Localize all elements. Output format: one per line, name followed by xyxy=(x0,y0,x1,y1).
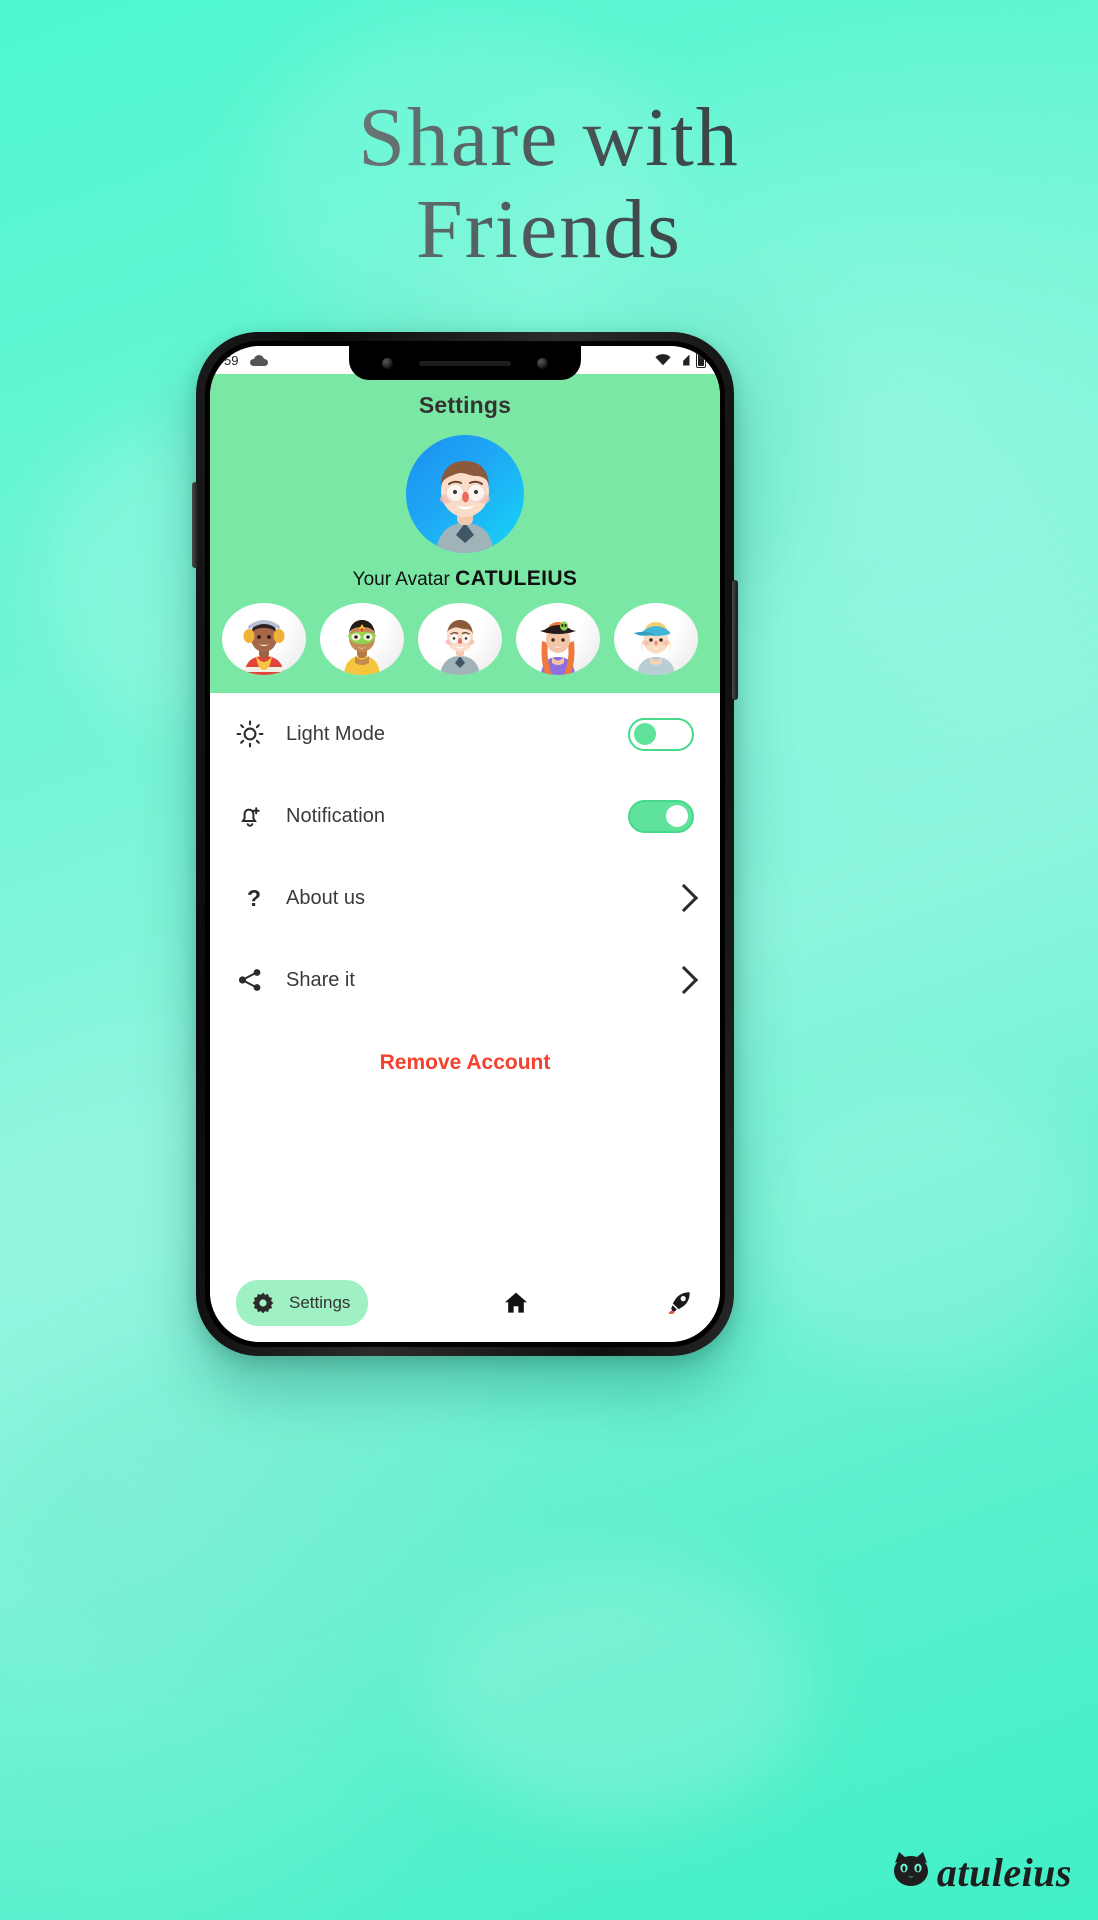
avatar-option-blond-cap[interactable] xyxy=(614,603,698,675)
avatar-caption: Your Avatar CATULEIUS xyxy=(210,567,720,591)
main-avatar-wrap xyxy=(210,435,720,553)
settings-row-label: Share it xyxy=(286,968,355,991)
brand-watermark: atuleius xyxy=(889,1849,1072,1896)
settings-row-label: Notification xyxy=(286,804,385,827)
settings-row-share-it[interactable]: Share it xyxy=(210,939,720,1021)
avatar-option-redhair-hat[interactable] xyxy=(516,603,600,675)
front-camera-icon xyxy=(382,357,393,369)
cat-logo-icon xyxy=(889,1849,933,1896)
cloud-icon xyxy=(250,354,269,366)
brand-name: atuleius xyxy=(936,1850,1072,1895)
notification-toggle[interactable] xyxy=(628,799,694,833)
phone-volume-button[interactable] xyxy=(192,482,198,568)
settings-row-label: Light Mode xyxy=(286,722,385,745)
settings-row-about-us[interactable]: ? About us xyxy=(210,857,720,939)
avatar-user-name: CATULEIUS xyxy=(455,567,578,590)
avatar[interactable] xyxy=(406,435,524,553)
chevron-right-icon[interactable] xyxy=(669,883,699,913)
phone-notch xyxy=(349,346,581,380)
avatar-option-headphones-scarf[interactable] xyxy=(222,603,306,675)
settings-header: Settings Your Avatar CATULEIUS xyxy=(210,374,720,693)
remove-account-button[interactable]: Remove Account xyxy=(210,1021,720,1075)
svg-text:?: ? xyxy=(247,885,261,911)
headline-line-2: Friends xyxy=(416,183,682,276)
gear-icon xyxy=(248,1288,278,1318)
nav-item-label: Settings xyxy=(289,1293,351,1312)
avatar-selector[interactable] xyxy=(210,591,720,693)
earpiece-speaker xyxy=(419,360,511,366)
notification-icon xyxy=(236,802,278,830)
chevron-right-icon[interactable] xyxy=(669,965,699,995)
settings-row-label: About us xyxy=(286,886,365,909)
nav-item-settings[interactable]: Settings xyxy=(236,1280,369,1326)
phone-screen: 59 Settings Your Avatar CATULEIUS Light … xyxy=(210,346,720,1342)
settings-row-notification[interactable]: Notification xyxy=(210,775,720,857)
settings-list: Light Mode Notification ? About us Share… xyxy=(210,693,720,1075)
promo-headline: Share with Friends xyxy=(0,92,1098,276)
share-icon xyxy=(236,966,278,994)
headline-line-1: Share with xyxy=(358,91,740,184)
toggle-knob xyxy=(634,723,656,745)
sun-icon xyxy=(236,720,278,748)
bottom-navigation: Settings xyxy=(210,1264,720,1342)
avatar-option-green-mask[interactable] xyxy=(320,603,404,675)
avatar-caption-prefix: Your Avatar xyxy=(352,569,450,590)
proximity-sensor-icon xyxy=(537,357,548,369)
phone-mockup: 59 Settings Your Avatar CATULEIUS Light … xyxy=(192,332,738,1356)
background-blob xyxy=(0,1350,460,1680)
settings-row-light-mode[interactable]: Light Mode xyxy=(210,693,720,775)
toggle-knob xyxy=(666,805,688,827)
wifi-icon xyxy=(655,354,671,366)
status-time: 59 xyxy=(224,352,239,368)
question-icon: ? xyxy=(236,884,278,912)
nav-item-home[interactable] xyxy=(501,1288,531,1318)
battery-icon xyxy=(696,349,706,368)
light-mode-toggle[interactable] xyxy=(628,717,694,751)
phone-power-button[interactable] xyxy=(732,580,738,700)
phone-bezel: 59 Settings Your Avatar CATULEIUS Light … xyxy=(205,341,725,1347)
nav-item-rocket[interactable] xyxy=(664,1288,694,1318)
background-blob xyxy=(760,1080,1090,1380)
page-title: Settings xyxy=(418,392,512,418)
signal-icon xyxy=(677,354,690,366)
avatar-option-boy-glasses[interactable] xyxy=(418,603,502,675)
background-blob xyxy=(430,1560,810,1820)
